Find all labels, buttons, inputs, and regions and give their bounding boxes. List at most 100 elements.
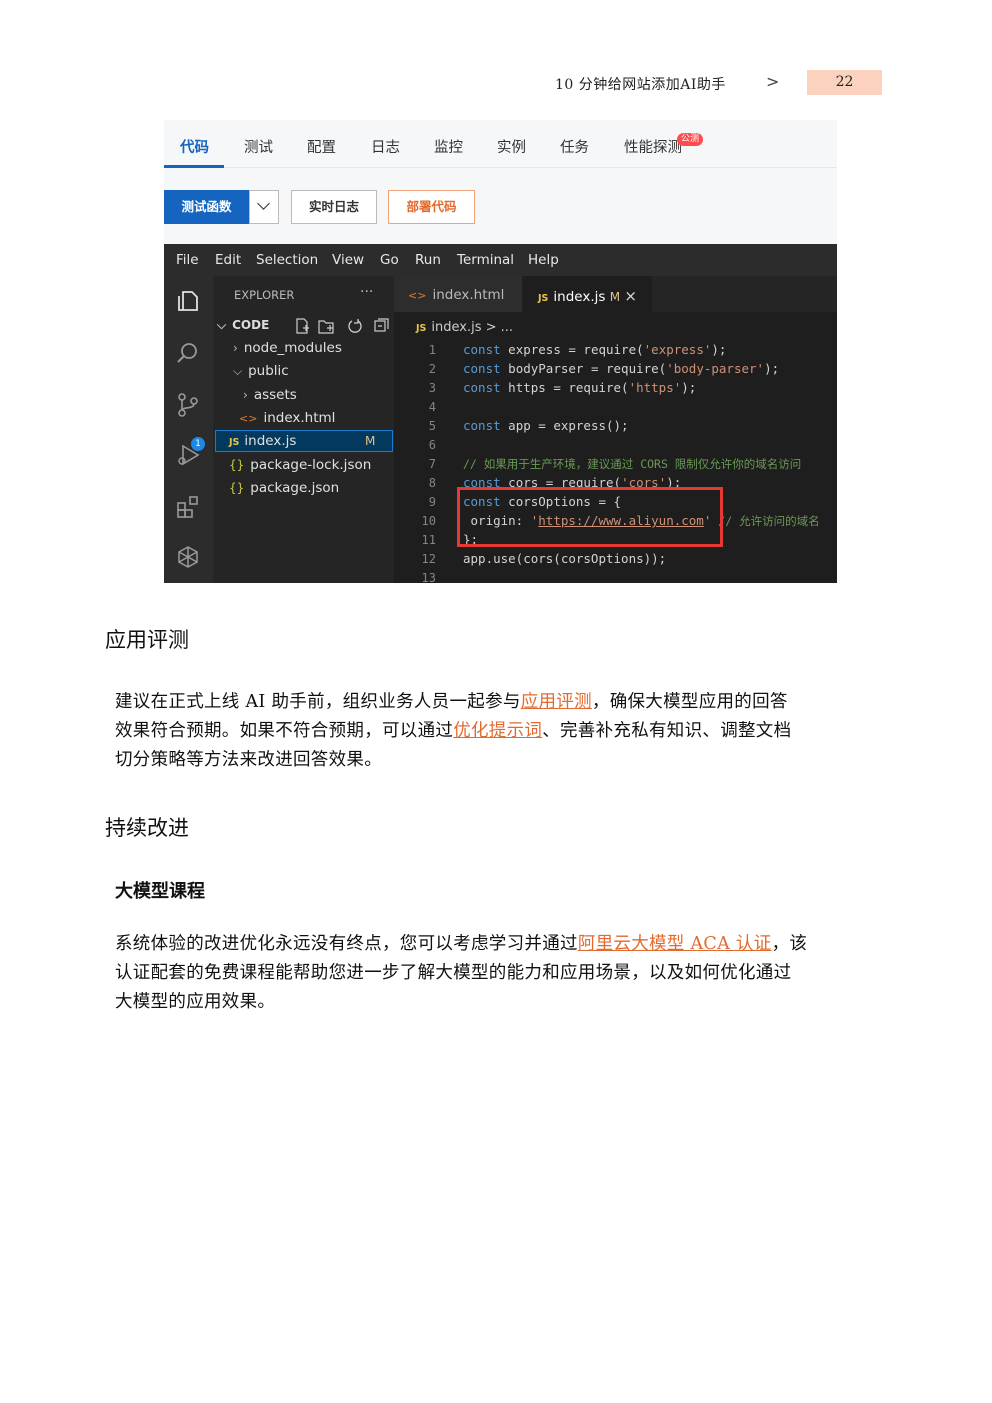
collapse-all-icon[interactable] — [374, 318, 389, 332]
line-number: 9 — [428, 495, 436, 509]
eval-paragraph-line3: 切分策略等方法来改进回答效果。 — [115, 750, 382, 770]
breadcrumb-text: index.js > ... — [431, 320, 514, 335]
js-file-icon: JS — [229, 437, 240, 448]
json-file-icon: {} — [229, 458, 245, 472]
tree-item-node-modules[interactable]: › node_modules — [233, 340, 342, 356]
realtime-log-button[interactable]: 实时日志 — [291, 190, 377, 224]
source-control-icon[interactable] — [175, 392, 201, 418]
chevron-right-icon: › — [243, 388, 248, 402]
js-file-icon: JS — [538, 293, 549, 304]
folder-header[interactable]: ⌵ CODE — [217, 318, 269, 333]
beta-badge: 公测 — [677, 133, 704, 146]
line-number: 8 — [428, 476, 436, 490]
menu-selection[interactable]: Selection — [256, 252, 318, 268]
prompt-optimization-link[interactable]: 优化提示词 — [453, 721, 542, 741]
line-number: 7 — [428, 457, 436, 471]
document-title: 10 分钟给网站添加AI助手 — [555, 77, 726, 93]
explorer-title: EXPLORER — [234, 288, 295, 302]
line-number: 10 — [421, 514, 436, 528]
tab-monitor[interactable]: 监控 — [434, 136, 463, 157]
course-paragraph-line2: 认证配套的免费课程能帮助您进一步了解大模型的能力和应用场景，以及如何优化通过 — [115, 963, 792, 983]
code-line[interactable]: const https = require('https'); — [463, 380, 696, 395]
course-paragraph-line3: 大模型的应用效果。 — [115, 992, 276, 1012]
tree-item-index-js[interactable]: JS index.js — [229, 433, 296, 449]
js-file-icon: JS — [416, 323, 427, 334]
tab-instances[interactable]: 实例 — [497, 136, 526, 157]
line-number: 5 — [428, 419, 436, 433]
chevron-right-icon: › — [233, 341, 238, 355]
explorer-panel: EXPLORER ··· ⌵ CODE › node_modules ⌵ public… — [213, 276, 394, 583]
line-number: 4 — [428, 400, 436, 414]
menu-help[interactable]: Help — [528, 252, 559, 268]
tree-item-index-html[interactable]: <> index.html — [239, 410, 335, 426]
tree-item-label: package.json — [250, 480, 340, 496]
search-icon[interactable] — [175, 340, 201, 366]
deploy-code-button[interactable]: 部署代码 — [388, 190, 475, 224]
run-debug-icon[interactable] — [175, 442, 201, 468]
eval-paragraph-line1: 建议在正式上线 AI 助手前，组织业务人员一起参与应用评测，确保大模型应用的回答 — [115, 692, 788, 712]
section-heading-eval: 应用评测 — [105, 628, 189, 652]
test-dropdown-button[interactable] — [249, 190, 279, 224]
line-number: 1 — [428, 343, 436, 357]
menu-file[interactable]: File — [176, 252, 199, 268]
menu-edit[interactable]: Edit — [215, 252, 241, 268]
close-icon[interactable]: × — [624, 287, 637, 305]
new-file-icon[interactable] — [296, 318, 309, 334]
menu-run[interactable]: Run — [415, 252, 441, 268]
folder-name: CODE — [232, 318, 270, 332]
activity-bar: 1 — [164, 276, 213, 583]
tree-item-package-json[interactable]: {} package.json — [229, 480, 339, 496]
test-function-button[interactable]: 测试函数 — [164, 190, 249, 224]
modified-badge: M — [609, 290, 621, 304]
breadcrumb[interactable]: JS index.js > ... — [416, 320, 513, 335]
aca-cert-link[interactable]: 阿里云大模型 ACA 认证 — [578, 934, 772, 954]
menu-go[interactable]: Go — [380, 252, 399, 268]
extensions-icon[interactable] — [175, 494, 201, 520]
tab-label: index.js — [553, 289, 606, 305]
menu-terminal[interactable]: Terminal — [457, 252, 514, 268]
menu-bar: File Edit Selection View Go Run Terminal… — [164, 244, 837, 276]
eval-link[interactable]: 应用评测 — [521, 692, 592, 712]
tab-config[interactable]: 配置 — [307, 136, 336, 157]
tab-tasks[interactable]: 任务 — [560, 136, 589, 157]
json-file-icon: {} — [229, 481, 245, 495]
code-line[interactable]: // 如果用于生产环境，建议通过 CORS 限制仅允许你的域名访问 — [463, 456, 801, 472]
modified-badge: M — [365, 434, 376, 448]
eval-paragraph-line2: 效果符合预期。如果不符合预期，可以通过优化提示词、完善补充私有知识、调整文档 — [115, 721, 792, 741]
chevron-down-icon — [257, 197, 270, 210]
editor-tab-index-html[interactable]: <> index.html — [394, 276, 522, 312]
line-number: 13 — [421, 571, 436, 583]
code-line[interactable]: const bodyParser = require('body-parser'… — [463, 361, 779, 376]
tree-item-public[interactable]: ⌵ public — [233, 363, 289, 379]
menu-view[interactable]: View — [332, 252, 364, 268]
editor-tabs: <> index.html JS index.js M × — [394, 276, 837, 312]
cloud-toolkit-icon[interactable] — [175, 544, 201, 570]
refresh-icon[interactable] — [348, 319, 362, 333]
tree-item-assets[interactable]: › assets — [243, 387, 297, 403]
tab-perf-probe[interactable]: 性能探测 — [624, 136, 682, 157]
chevron-down-icon: ⌵ — [233, 364, 243, 378]
tree-item-label: index.js — [244, 433, 297, 449]
tree-item-label: node_modules — [243, 340, 342, 356]
files-icon[interactable] — [175, 288, 201, 314]
line-number: 3 — [428, 381, 436, 395]
tab-code[interactable]: 代码 — [180, 136, 209, 157]
more-actions-icon[interactable]: ··· — [360, 284, 373, 300]
editor-tab-index-js[interactable]: JS index.js M × — [522, 276, 652, 312]
line-number: 12 — [421, 552, 436, 566]
tree-item-package-lock[interactable]: {} package-lock.json — [229, 457, 371, 473]
tab-test[interactable]: 测试 — [244, 136, 273, 157]
code-line[interactable]: const app = express(); — [463, 418, 629, 433]
tree-item-label: assets — [253, 387, 297, 403]
tree-item-label: public — [248, 363, 289, 379]
code-line[interactable]: app.use(cors(corsOptions)); — [463, 551, 666, 566]
new-folder-icon[interactable] — [318, 320, 334, 334]
tree-item-label: package-lock.json — [250, 457, 372, 473]
tab-logs[interactable]: 日志 — [371, 136, 400, 157]
active-tab-indicator — [164, 165, 224, 168]
page-number: 22 — [807, 70, 882, 95]
html-file-icon: <> — [408, 289, 427, 302]
highlight-box — [457, 487, 723, 547]
code-line[interactable]: const express = require('express'); — [463, 342, 726, 357]
line-number: 11 — [421, 533, 436, 547]
